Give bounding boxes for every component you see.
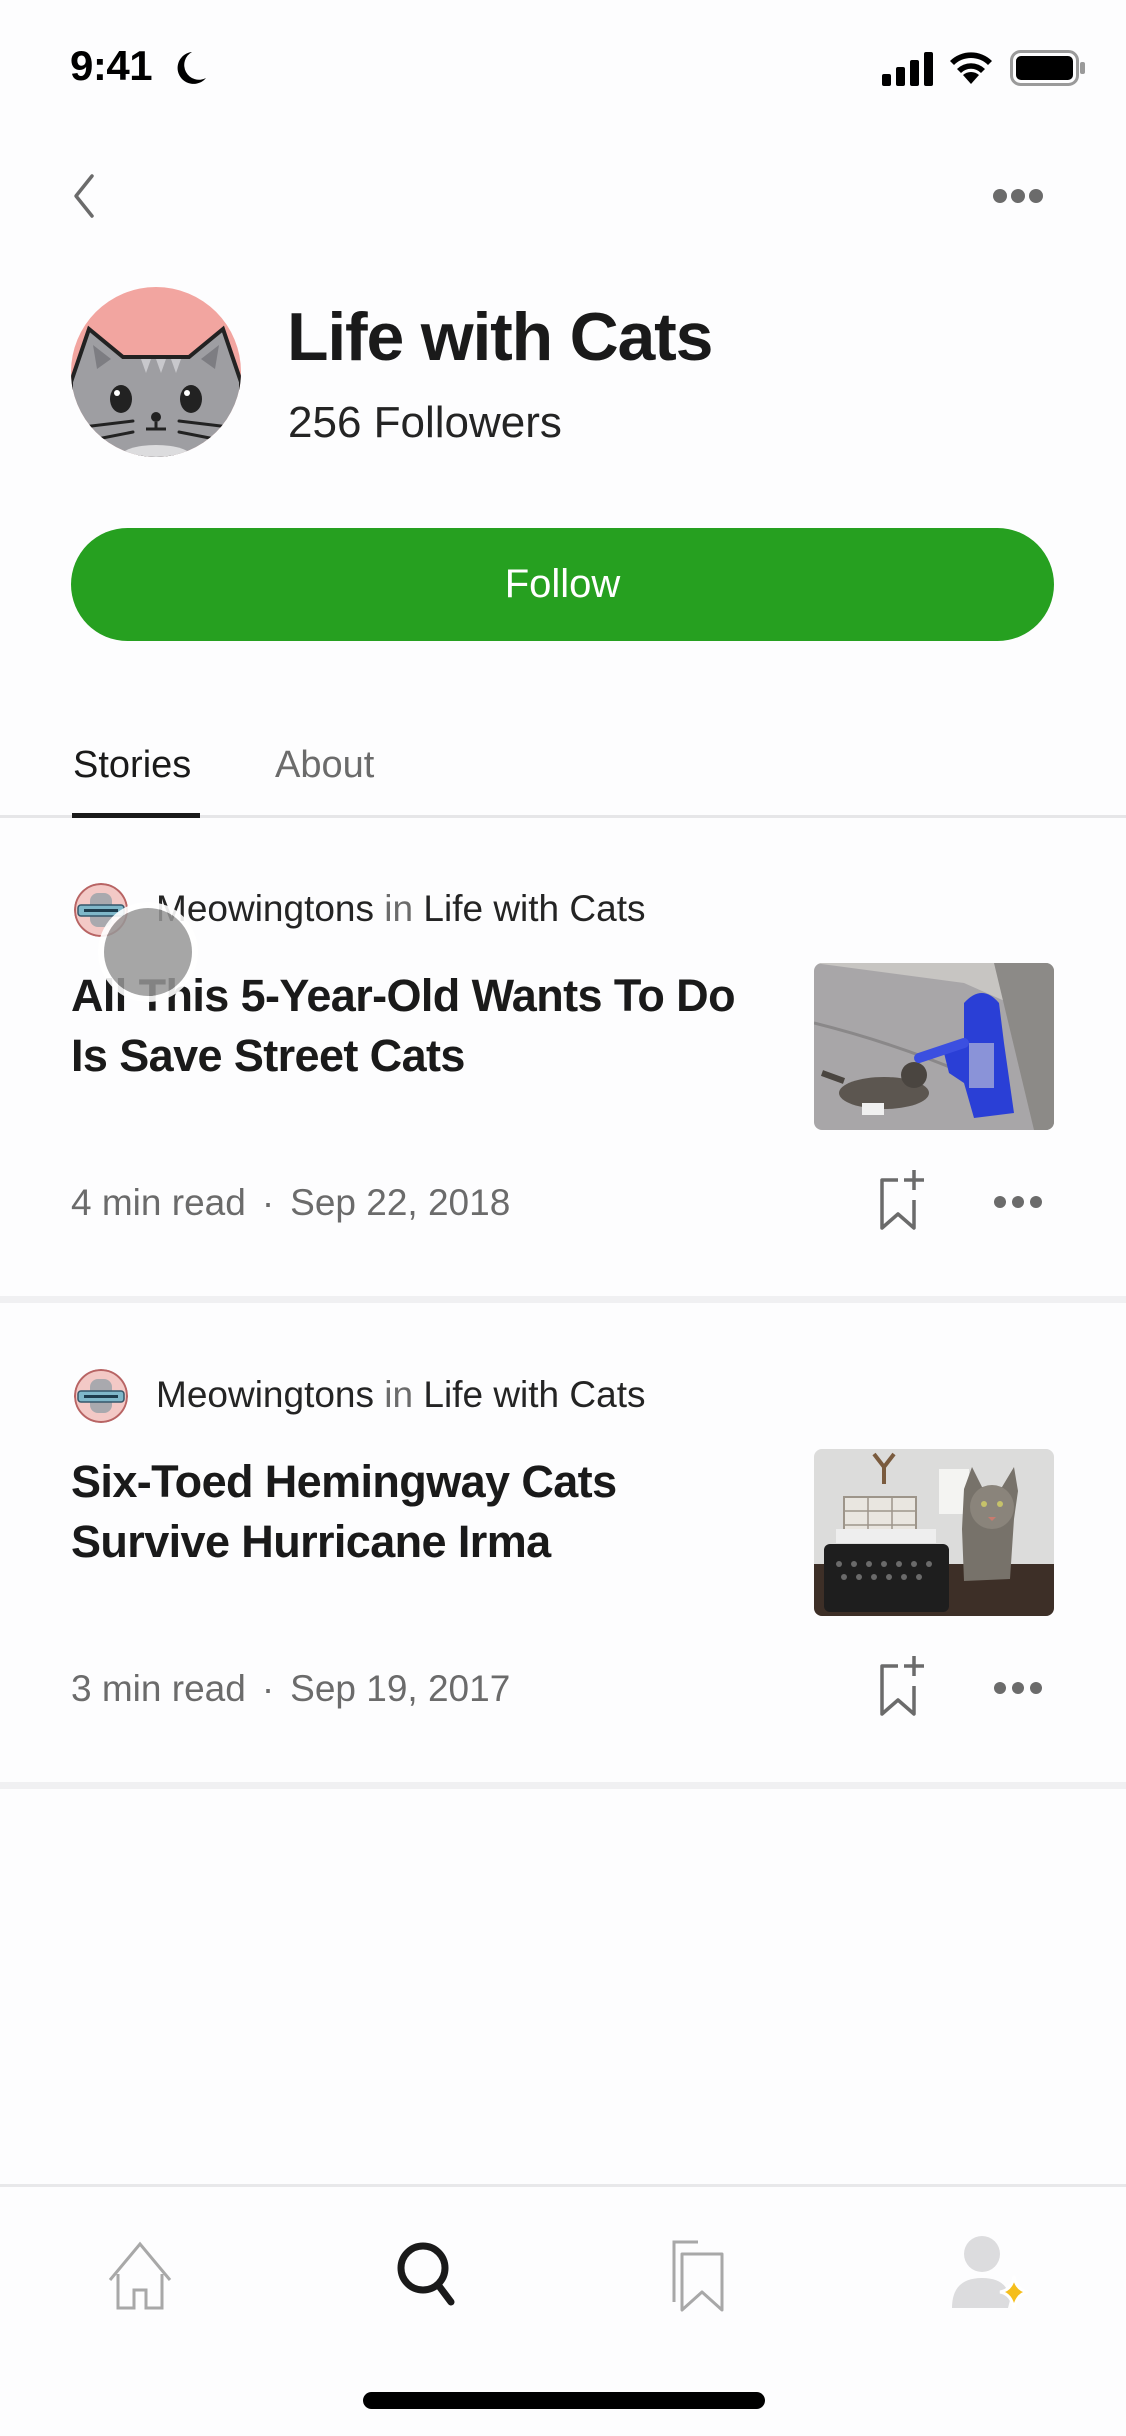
story-card[interactable]: Meowingtons in Life with Cats Six-Toed H… [0,1304,1126,1791]
meowingtons-logo-icon [74,1369,128,1423]
story-separator [0,1782,1126,1789]
status-time: 9:41 [70,42,153,89]
in-word: in [384,1374,414,1415]
story-byline: Meowingtons in Life with Cats [156,1374,645,1416]
publish-date: Sep 22, 2018 [290,1182,511,1223]
read-time: 4 min read [71,1182,246,1223]
story-separator [0,1296,1126,1303]
home-indicator [363,2392,765,2409]
publication-avatar [71,287,241,457]
in-word: in [384,888,414,929]
story-byline: Meowingtons in Life with Cats [156,888,645,930]
moon-icon [177,52,206,84]
bookmark-plus-icon [880,1656,924,1716]
publication-title: Life with Cats [287,299,713,375]
bookmark-add-button[interactable] [872,1654,932,1720]
publication-link[interactable]: Life with Cats [423,888,645,929]
read-time: 3 min read [71,1668,246,1709]
story-more-button[interactable] [990,1192,1046,1212]
story-thumbnail[interactable] [814,963,1054,1130]
bookmarks-icon [672,2240,724,2312]
publish-date: Sep 19, 2017 [290,1668,511,1709]
battery-icon [1010,50,1085,86]
tab-stories[interactable]: Stories [73,744,191,787]
story-meta: 4 min read · Sep 22, 2018 [71,1182,511,1223]
bookmark-plus-icon [880,1170,924,1230]
search-icon [397,2242,455,2306]
story-title[interactable]: Six-Toed Hemingway Cats Survive Hurrican… [71,1452,751,1572]
followers-count[interactable]: 256 Followers [288,398,562,448]
wifi-icon [950,52,992,84]
author-avatar[interactable] [74,1369,128,1423]
tabbar-search[interactable] [385,2230,465,2314]
publication-link[interactable]: Life with Cats [423,1374,645,1415]
cellular-signal-icon [882,52,933,86]
more-horizontal-icon [994,1196,1042,1208]
story-more-button[interactable] [990,1678,1046,1698]
tabbar-home[interactable] [100,2230,180,2314]
more-options-button[interactable] [990,180,1046,212]
story-thumbnail[interactable] [814,1449,1054,1616]
author-name[interactable]: Meowingtons [156,1374,374,1415]
follow-button[interactable]: Follow [71,528,1054,641]
touch-indicator [104,908,192,996]
more-horizontal-icon [993,189,1043,203]
thumbnail-image [814,1449,1054,1616]
story-meta: 3 min read · Sep 19, 2017 [71,1668,511,1709]
tabbar-profile[interactable] [948,2230,1048,2314]
thumbnail-image [814,963,1054,1130]
more-horizontal-icon [994,1682,1042,1694]
profile-icon [952,2236,1029,2311]
home-icon [108,2241,172,2310]
tabbar-bookmarks[interactable] [660,2230,740,2314]
author-name[interactable]: Meowingtons [156,888,374,929]
bookmark-add-button[interactable] [872,1168,932,1234]
back-button[interactable] [64,168,108,224]
story-card[interactable]: Meowingtons in Life with Cats All This 5… [0,818,1126,1305]
chevron-left-icon [74,174,94,218]
tab-about[interactable]: About [275,744,374,787]
cat-face-avatar [71,287,241,457]
tabbar-divider [0,2184,1126,2187]
